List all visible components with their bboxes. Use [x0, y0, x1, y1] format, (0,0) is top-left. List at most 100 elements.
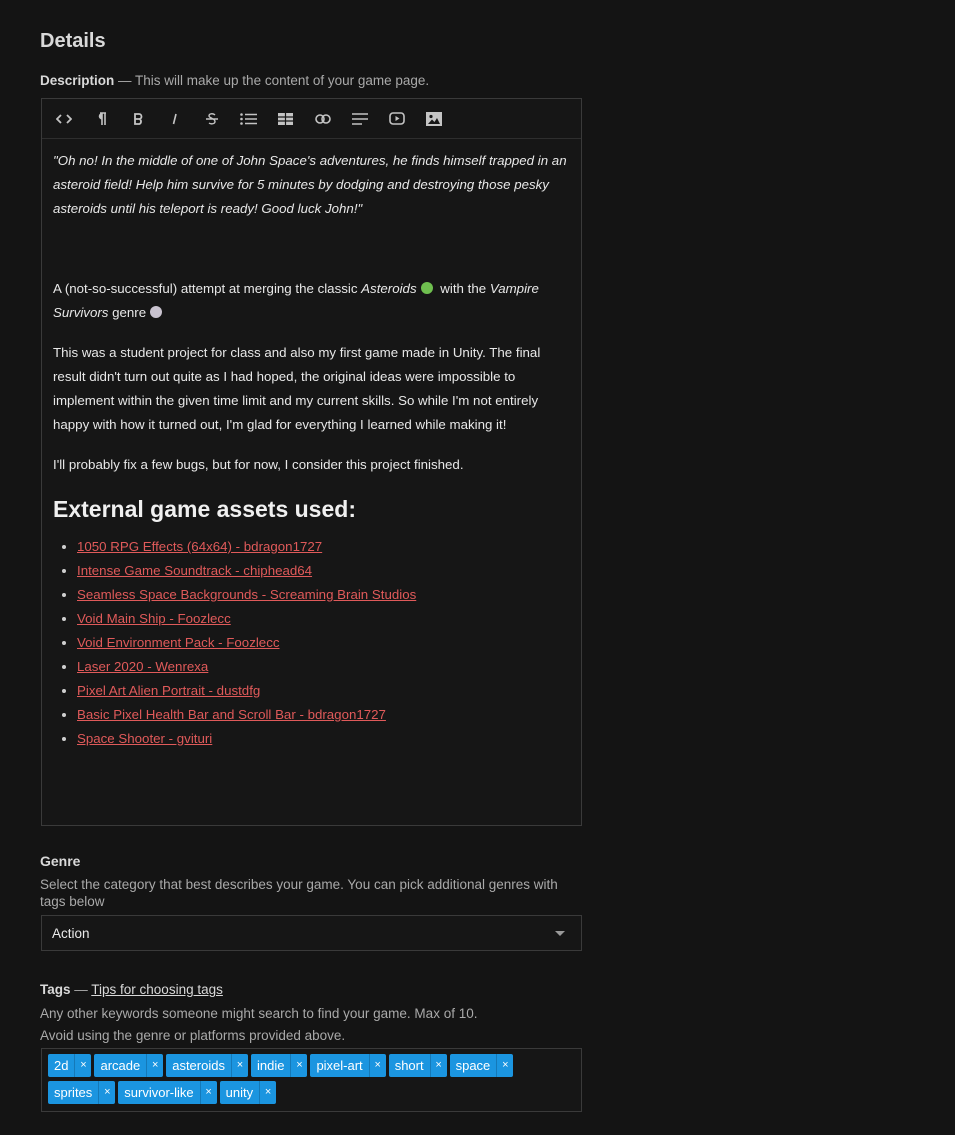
tag-remove-button[interactable]: × — [496, 1054, 513, 1077]
tag-chip: unity × — [219, 1081, 277, 1104]
italic-button[interactable] — [156, 104, 193, 134]
genre-select[interactable]: Action — [41, 915, 582, 951]
tag-chip: arcade × — [94, 1054, 164, 1077]
tags-row-1: 2d × arcade × asteroids × indie × pixel-art ×… — [48, 1054, 581, 1077]
tag-label: indie — [256, 1058, 285, 1073]
tag-label: pixel-art — [316, 1058, 363, 1073]
tag-label: 2d — [54, 1058, 69, 1073]
tag-remove-button[interactable]: × — [146, 1054, 163, 1077]
strikethrough-button[interactable] — [193, 104, 230, 134]
list-item: Seamless Space Backgrounds - Screaming B… — [77, 583, 569, 607]
intro-text-3: genre — [108, 305, 147, 320]
table-icon — [278, 112, 293, 125]
align-button[interactable] — [341, 104, 378, 134]
genre-title: Genre — [40, 853, 81, 869]
tag-label: unity — [225, 1085, 254, 1100]
tag-remove-button[interactable]: × — [98, 1081, 115, 1104]
list-item: Intense Game Soundtrack - chiphead64 — [77, 559, 569, 583]
tag-chip: sprites × — [48, 1081, 116, 1104]
bullet-list-button[interactable] — [230, 104, 267, 134]
asset-link[interactable]: Space Shooter - gvituri — [77, 731, 212, 746]
project-paragraph: This was a student project for class and… — [53, 345, 541, 432]
link-icon — [314, 113, 331, 124]
image-button[interactable] — [415, 104, 452, 134]
list-item: Basic Pixel Health Bar and Scroll Bar - … — [77, 703, 569, 727]
paragraph-button[interactable] — [82, 104, 119, 134]
asset-link[interactable]: Pixel Art Alien Portrait - dustdfg — [77, 683, 260, 698]
image-icon — [425, 111, 442, 126]
editor-toolbar — [42, 99, 581, 139]
tips-link[interactable]: Tips for choosing tags — [91, 982, 223, 997]
assets-heading: External game assets used: — [53, 496, 356, 522]
vampire-emoji-icon — [150, 306, 163, 318]
tag-label: survivor-like — [124, 1085, 194, 1100]
tag-remove-button[interactable]: × — [429, 1054, 447, 1077]
description-label: Description — This will make up the cont… — [40, 73, 429, 88]
video-button[interactable] — [378, 104, 415, 134]
link-button[interactable] — [304, 104, 341, 134]
bold-icon — [133, 112, 142, 125]
tag-remove-button[interactable]: × — [290, 1054, 307, 1077]
chevron-down-icon — [555, 931, 565, 936]
tags-description-line-2: Avoid using the genre or platforms provi… — [40, 1028, 346, 1043]
tag-remove-button[interactable]: × — [259, 1081, 276, 1104]
list-item: Void Main Ship - Foozlecc — [77, 607, 569, 631]
tag-chip: survivor-like × — [118, 1081, 217, 1104]
editor-content[interactable]: "Oh no! In the middle of one of John Spa… — [42, 139, 581, 751]
alien-emoji-icon — [420, 282, 433, 294]
asset-link[interactable]: Void Main Ship - Foozlecc — [77, 611, 231, 626]
status-paragraph: I'll probably fix a few bugs, but for no… — [53, 457, 464, 472]
description-label-title: Description — [40, 73, 115, 88]
list-item: Laser 2020 - Wenrexa — [77, 655, 569, 679]
align-left-icon — [351, 112, 368, 125]
asset-link[interactable]: Void Environment Pack - Foozlecc — [77, 635, 280, 650]
intro-quote: "Oh no! In the middle of one of John Spa… — [53, 153, 567, 216]
genre-selected-value: Action — [52, 925, 90, 941]
tag-remove-button[interactable]: × — [74, 1054, 91, 1077]
tag-label: space — [455, 1058, 491, 1073]
code-view-button[interactable] — [45, 104, 82, 134]
table-button[interactable] — [267, 104, 304, 134]
asset-link[interactable]: Basic Pixel Health Bar and Scroll Bar - … — [77, 707, 386, 722]
tags-input[interactable]: 2d × arcade × asteroids × indie × pixel-art ×… — [41, 1048, 582, 1112]
genre-description: Select the category that best describes … — [40, 877, 558, 909]
asset-link[interactable]: Laser 2020 - Wenrexa — [77, 659, 208, 674]
asset-link[interactable]: Seamless Space Backgrounds - Screaming B… — [77, 587, 416, 602]
description-editor[interactable]: "Oh no! In the middle of one of John Spa… — [41, 98, 582, 826]
video-icon — [388, 112, 405, 125]
assets-list: 1050 RPG Effects (64x64) - bdragon1727 I… — [53, 535, 569, 751]
tag-label: asteroids — [172, 1058, 225, 1073]
list-item: Void Environment Pack - Foozlecc — [77, 631, 569, 655]
tag-remove-button[interactable]: × — [368, 1054, 386, 1077]
code-icon — [55, 113, 72, 124]
tags-description-line-1: Any other keywords someone might search … — [40, 1006, 478, 1021]
list-item: Space Shooter - gvituri — [77, 727, 569, 751]
tag-chip: 2d × — [48, 1054, 92, 1077]
tag-chip: short × — [388, 1054, 447, 1077]
tags-row-2: sprites × survivor-like × unity × — [48, 1081, 581, 1104]
asset-link[interactable]: Intense Game Soundtrack - chiphead64 — [77, 563, 312, 578]
asteroids-title: Asteroids — [361, 281, 417, 296]
intro-text-2: with the — [436, 281, 490, 296]
list-item: 1050 RPG Effects (64x64) - bdragon1727 — [77, 535, 569, 559]
bullet-list-icon — [240, 112, 257, 125]
tag-label: short — [394, 1058, 424, 1073]
tag-remove-button[interactable]: × — [230, 1054, 248, 1077]
description-hint: — This will make up the content of your … — [114, 73, 430, 88]
tag-remove-button[interactable]: × — [199, 1081, 217, 1104]
intro-text-1: A (not-so-successful) attempt at merging… — [53, 281, 362, 296]
tags-title: Tags — [40, 982, 71, 997]
tag-label: arcade — [100, 1058, 141, 1073]
section-title: Details — [40, 30, 106, 52]
tag-chip: indie × — [250, 1054, 308, 1077]
tag-chip: space × — [449, 1054, 514, 1077]
list-item: Pixel Art Alien Portrait - dustdfg — [77, 679, 569, 703]
tags-separator: — — [70, 982, 92, 997]
bold-button[interactable] — [119, 104, 156, 134]
tag-chip: asteroids × — [166, 1054, 248, 1077]
tags-title-row: Tags — Tips for choosing tags — [40, 982, 223, 997]
asset-link[interactable]: 1050 RPG Effects (64x64) - bdragon1727 — [77, 539, 322, 554]
intro-paragraph: A (not-so-successful) attempt at merging… — [53, 277, 569, 325]
tag-label: sprites — [54, 1085, 93, 1100]
